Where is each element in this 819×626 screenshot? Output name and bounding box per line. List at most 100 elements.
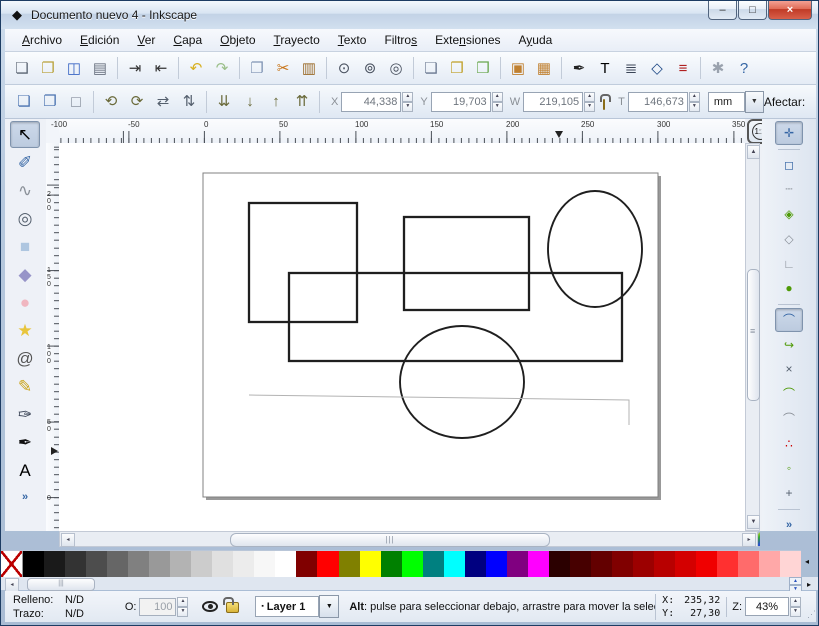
swatch-ffa8a8[interactable] xyxy=(759,551,781,577)
snap-path-intersections-toggle[interactable]: × xyxy=(775,358,803,382)
snap-midpoints-toggle[interactable]: ∴ xyxy=(775,432,803,456)
snap-bbox-toggle[interactable]: ◻ xyxy=(775,153,803,177)
opacity-down-icon[interactable]: ▼ xyxy=(177,606,189,617)
flip-vertical-button[interactable]: ⇅ xyxy=(176,89,202,115)
menu-capa[interactable]: Capa xyxy=(164,31,211,49)
swatch-ffff00[interactable] xyxy=(359,551,381,577)
rotate-ccw-button[interactable]: ⟲ xyxy=(98,89,124,115)
swatch-0000ff[interactable] xyxy=(485,551,507,577)
menu-filtros[interactable]: Filtros xyxy=(375,31,426,49)
snap-intersections-toggle[interactable]: ● xyxy=(775,276,803,300)
swatch-f00000[interactable] xyxy=(696,551,718,577)
unlink-clone-button[interactable]: ❒ xyxy=(470,55,496,81)
swatch-999999[interactable] xyxy=(149,551,171,577)
swatch-808080[interactable] xyxy=(128,551,150,577)
zoom-down-icon[interactable]: ▼ xyxy=(790,606,801,617)
copy-button[interactable]: ❐ xyxy=(244,55,270,81)
lower-to-bottom-button[interactable]: ⇊ xyxy=(211,89,237,115)
unit-dropdown-arrow-icon[interactable]: ▼ xyxy=(744,90,764,113)
snap-smooth-nodes-toggle[interactable]: ⌒ xyxy=(775,407,803,431)
swatch-d40000[interactable] xyxy=(675,551,697,577)
minimize-button[interactable]: – xyxy=(708,1,737,20)
snap-bbox-corners-toggle[interactable]: ◈ xyxy=(775,202,803,226)
save-document-button[interactable]: ◫ xyxy=(61,55,87,81)
swatch-ff6b6b[interactable] xyxy=(738,551,760,577)
toolbox-expander[interactable]: » xyxy=(22,491,28,503)
undo-button[interactable]: ↶ xyxy=(183,55,209,81)
y-input[interactable]: 19,703 xyxy=(430,91,491,112)
vertical-scroll-thumb[interactable] xyxy=(747,269,760,401)
layer-selector[interactable]: ▪ Layer 1 ▼ xyxy=(255,595,340,618)
opacity-up-icon[interactable]: ▲ xyxy=(177,596,189,607)
snapbar-expander[interactable]: » xyxy=(786,519,792,531)
swatch-666666[interactable] xyxy=(107,551,129,577)
node-editor-tool[interactable]: ✐ xyxy=(10,149,40,176)
y-spinner[interactable]: ▲ ▼ xyxy=(491,91,503,112)
x-input[interactable]: 44,338 xyxy=(341,91,402,112)
drawing-canvas[interactable] xyxy=(59,143,745,531)
select-all-button[interactable]: ❏ xyxy=(11,89,37,115)
swatch-cccccc[interactable] xyxy=(191,551,213,577)
bezier-tool[interactable]: ✑ xyxy=(10,401,40,428)
layer-dropdown-arrow-icon[interactable]: ▼ xyxy=(319,595,340,618)
select-all-layers-button[interactable]: ❐ xyxy=(37,89,63,115)
horizontal-scrollbar[interactable]: ◂ ||| ▸ xyxy=(59,531,758,547)
swatch-1a1a1a[interactable] xyxy=(44,551,66,577)
text-dialog-button[interactable]: T xyxy=(592,55,618,81)
palette-scroll-thumb[interactable]: ||| xyxy=(27,578,95,591)
swatch-f7f7f7[interactable] xyxy=(254,551,276,577)
document-properties-button[interactable]: ? xyxy=(731,55,757,81)
x-spinner-up-icon[interactable]: ▲ xyxy=(402,91,414,102)
opacity-input[interactable]: 100 xyxy=(139,597,177,616)
spiral-tool[interactable]: @ xyxy=(10,345,40,372)
layers-dialog-button[interactable]: ≣ xyxy=(618,55,644,81)
zoom-page-button[interactable]: ◎ xyxy=(383,55,409,81)
calligraphy-tool[interactable]: ✒ xyxy=(10,429,40,456)
snap-cusp-nodes-toggle[interactable]: ⌒ xyxy=(775,382,803,406)
palette-scrollbar-left-icon[interactable]: ◂ xyxy=(5,578,19,592)
width-input[interactable]: 219,105 xyxy=(523,91,584,112)
snap-nodes-toggle[interactable]: ⌒ xyxy=(775,308,803,332)
snap-master-toggle[interactable]: ✛ xyxy=(775,121,803,145)
swatch-9c0000[interactable] xyxy=(632,551,654,577)
swatch-333333[interactable] xyxy=(65,551,87,577)
snap-bbox-centers-toggle[interactable]: ◇ xyxy=(775,227,803,251)
swatch-00ff00[interactable] xyxy=(401,551,423,577)
scroll-right-icon[interactable]: ▸ xyxy=(742,533,756,547)
horizontal-scroll-thumb[interactable]: ||| xyxy=(230,533,550,547)
zoom-selection-button[interactable]: ⊙ xyxy=(331,55,357,81)
menu-extensiones[interactable]: Extensiones xyxy=(426,31,509,49)
swatch-2b0000[interactable] xyxy=(548,551,570,577)
swatch-800080[interactable] xyxy=(506,551,528,577)
swatch-ff00ff[interactable] xyxy=(527,551,549,577)
x-spinner-down-icon[interactable]: ▼ xyxy=(402,101,414,112)
snap-bbox-edges-toggle[interactable]: ┄ xyxy=(775,177,803,201)
layer-visibility-eye-icon[interactable] xyxy=(202,601,219,612)
swatch-e0e0e0[interactable] xyxy=(212,551,234,577)
swatch-ececec[interactable] xyxy=(233,551,255,577)
swatch-4d4d4d[interactable] xyxy=(86,551,108,577)
swatch-008080[interactable] xyxy=(422,551,444,577)
swatch-000080[interactable] xyxy=(464,551,486,577)
horizontal-ruler[interactable]: -100 -50 0 50 100 150 200 250 300 350 xyxy=(51,119,745,144)
palette-scroll-left-icon[interactable]: ◂ xyxy=(805,557,809,566)
rectangle-tool[interactable]: ■ xyxy=(10,233,40,260)
menu-ayuda[interactable]: Ayuda xyxy=(510,31,562,49)
xml-editor-button[interactable]: ◇ xyxy=(644,55,670,81)
new-document-button[interactable]: ❏ xyxy=(9,55,35,81)
tweak-tool[interactable]: ∿ xyxy=(10,177,40,204)
palette-row-up-icon[interactable]: ▲ xyxy=(789,577,802,585)
swatch-630000[interactable] xyxy=(590,551,612,577)
export-button[interactable]: ⇤ xyxy=(148,55,174,81)
zoom-spinner[interactable]: ▲ ▼ xyxy=(790,596,801,617)
swatch-ffd5d5[interactable] xyxy=(780,551,802,577)
resize-grip[interactable]: ⋰ xyxy=(807,609,816,622)
zoom-drawing-button[interactable]: ⊚ xyxy=(357,55,383,81)
layer-lock-icon[interactable] xyxy=(223,597,240,613)
vertical-scrollbar[interactable]: ▲ ▼ xyxy=(745,143,760,531)
palette-scroll-right-icon[interactable]: ▸ xyxy=(807,580,811,589)
create-clone-button[interactable]: ❒ xyxy=(444,55,470,81)
zoom-tool[interactable]: ◎ xyxy=(10,205,40,232)
print-button[interactable]: ▤ xyxy=(87,55,113,81)
text-tool[interactable]: A xyxy=(10,457,40,484)
